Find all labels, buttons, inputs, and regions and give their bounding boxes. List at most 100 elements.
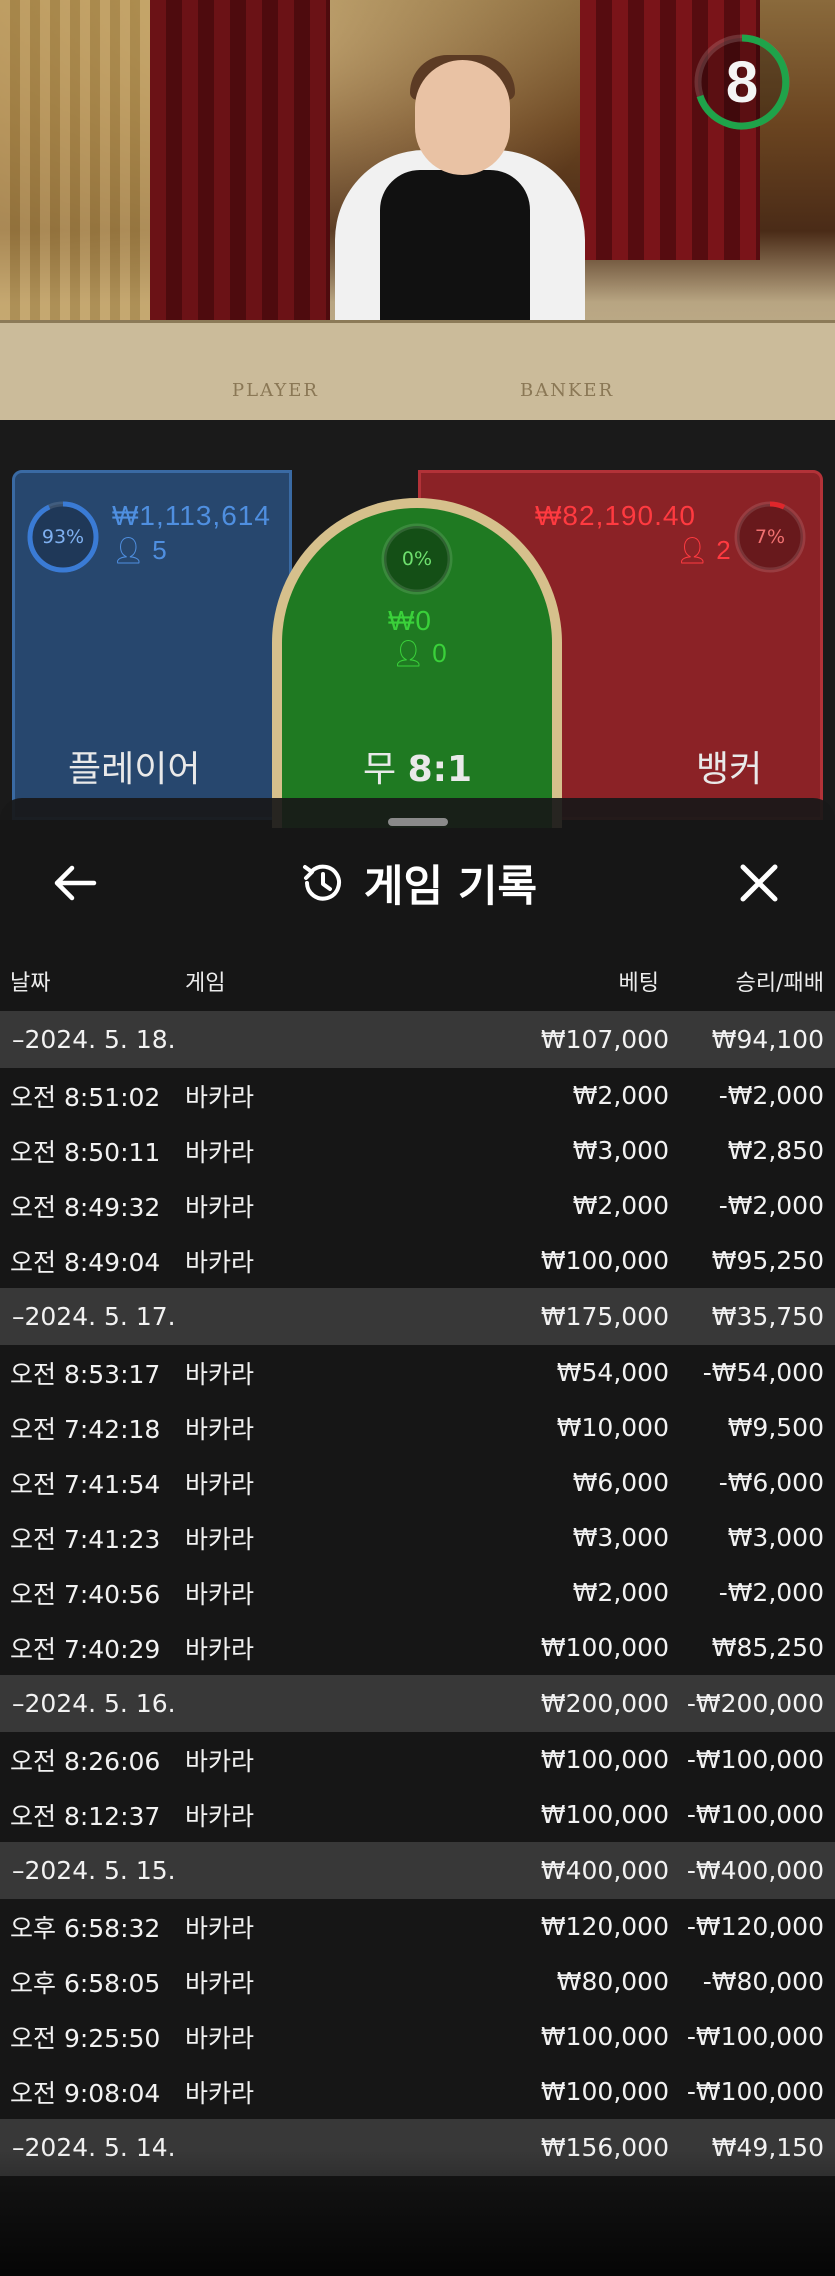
- row-result: ₩94,100: [711, 1025, 824, 1054]
- tie-percent: 0%: [401, 548, 433, 570]
- history-row: 오전 9:08:04 바카라 ₩100,000 -₩100,000: [0, 2064, 835, 2119]
- row-result: ₩9,500: [727, 1413, 824, 1442]
- row-bet: ₩200,000: [540, 1689, 669, 1718]
- row-time: 오전 7:40:56: [10, 1579, 161, 1609]
- table-felt: [0, 320, 835, 420]
- player-total-amount: ₩1,113,614: [112, 500, 271, 531]
- row-result: ₩85,250: [711, 1633, 824, 1662]
- row-game: 바카라: [185, 1359, 255, 1389]
- player-bettor-count: 👤︎ 5: [112, 535, 167, 566]
- history-row: 오전 8:49:04 바카라 ₩100,000 ₩95,250: [0, 1233, 835, 1288]
- player-bettor-number: 5: [152, 535, 167, 565]
- player-percent: 93%: [41, 526, 85, 548]
- history-row: 오전 8:26:06 바카라 ₩100,000 -₩100,000: [0, 1732, 835, 1787]
- row-result: ₩3,000: [727, 1523, 824, 1552]
- sheet-drag-handle[interactable]: [388, 818, 448, 826]
- history-row: 오전 7:41:23 바카라 ₩3,000 ₩3,000: [0, 1510, 835, 1565]
- row-result: -₩6,000: [718, 1468, 824, 1497]
- row-bet: ₩54,000: [556, 1358, 669, 1387]
- person-icon: 👤︎: [112, 535, 146, 565]
- tie-label: 무 8:1: [363, 740, 472, 792]
- row-bet: ₩100,000: [540, 1745, 669, 1774]
- row-time: 오전 8:12:37: [10, 1801, 161, 1831]
- row-bet: ₩100,000: [540, 2077, 669, 2106]
- history-row: 오전 7:40:56 바카라 ₩2,000 -₩2,000: [0, 1565, 835, 1620]
- row-bet: ₩107,000: [540, 1025, 669, 1054]
- row-result: -₩80,000: [702, 1967, 824, 1996]
- date-group-label: –2024. 5. 18.: [12, 1025, 176, 1054]
- row-game: 바카라: [185, 1968, 255, 1998]
- person-icon: 👤︎: [676, 535, 710, 565]
- row-game: 바카라: [185, 1801, 255, 1831]
- row-result: -₩54,000: [702, 1358, 824, 1387]
- row-bet: ₩100,000: [540, 1800, 669, 1829]
- dealer-head: [415, 60, 510, 175]
- row-time: 오전 8:50:11: [10, 1137, 161, 1167]
- row-bet: ₩2,000: [572, 1578, 669, 1607]
- row-result: -₩2,000: [718, 1191, 824, 1220]
- row-time: 오전 8:49:32: [10, 1192, 161, 1222]
- tie-total-amount: ₩0: [388, 605, 432, 636]
- row-time: 오후 6:58:32: [10, 1913, 161, 1943]
- history-row: 오전 8:53:17 바카라 ₩54,000 -₩54,000: [0, 1345, 835, 1400]
- person-icon: 👤︎: [392, 638, 426, 668]
- row-bet: ₩10,000: [556, 1413, 669, 1442]
- row-game: 바카라: [185, 2078, 255, 2108]
- banker-label: 뱅커: [696, 749, 763, 790]
- row-bet: ₩80,000: [556, 1967, 669, 1996]
- close-icon: [740, 864, 778, 902]
- date-group-row[interactable]: –2024. 5. 16. ₩200,000 -₩200,000: [0, 1675, 835, 1732]
- history-list[interactable]: –2024. 5. 18. ₩107,000 ₩94,100 오전 8:51:02 바카…: [0, 1011, 835, 2176]
- history-row: 오전 8:49:32 바카라 ₩2,000 -₩2,000: [0, 1178, 835, 1233]
- banker-percent: 7%: [754, 526, 786, 548]
- row-result: -₩200,000: [686, 1689, 824, 1718]
- history-row: 오전 9:25:50 바카라 ₩100,000 -₩100,000: [0, 2009, 835, 2064]
- row-bet: ₩100,000: [540, 1633, 669, 1662]
- tie-payout: 8:1: [407, 749, 473, 790]
- close-button[interactable]: [726, 850, 792, 916]
- row-result: ₩2,850: [727, 1136, 824, 1165]
- row-time: 오전 9:25:50: [10, 2023, 161, 2053]
- row-time: 오전 8:26:06: [10, 1746, 161, 1776]
- column-header-bet: 베팅: [618, 971, 659, 996]
- date-group-row[interactable]: –2024. 5. 18. ₩107,000 ₩94,100: [0, 1011, 835, 1068]
- row-result: ₩35,750: [711, 1302, 824, 1331]
- history-row: 오전 7:40:29 바카라 ₩100,000 ₩85,250: [0, 1620, 835, 1675]
- row-time: 오전 9:08:04: [10, 2078, 161, 2108]
- row-game: 바카라: [185, 1192, 255, 1222]
- row-game: 바카라: [185, 1634, 255, 1664]
- row-time: 오전 8:53:17: [10, 1359, 161, 1389]
- row-game: 바카라: [185, 1137, 255, 1167]
- banker-total-amount: ₩82,190.40: [535, 500, 696, 531]
- sheet-title: 게임 기록: [363, 862, 538, 912]
- curtain-gold: [0, 0, 150, 320]
- row-game: 바카라: [185, 1524, 255, 1554]
- row-result: -₩100,000: [686, 2077, 824, 2106]
- row-time: 오전 8:49:04: [10, 1247, 161, 1277]
- sheet-header: 게임 기록: [0, 850, 835, 916]
- row-time: 오전 7:40:29: [10, 1634, 161, 1664]
- history-icon: [302, 864, 341, 901]
- tie-bettor-count: 👤︎ 0: [392, 638, 447, 669]
- countdown-number: 8: [725, 49, 759, 115]
- row-time: 오전 8:51:02: [10, 1082, 161, 1112]
- row-game: 바카라: [185, 2023, 255, 2053]
- row-game: 바카라: [185, 1414, 255, 1444]
- history-row: 오전 7:42:18 바카라 ₩10,000 ₩9,500: [0, 1400, 835, 1455]
- date-group-row[interactable]: –2024. 5. 17. ₩175,000 ₩35,750: [0, 1288, 835, 1345]
- row-result: -₩400,000: [686, 1856, 824, 1885]
- row-game: 바카라: [185, 1746, 255, 1776]
- row-bet: ₩175,000: [540, 1302, 669, 1331]
- date-group-label: –2024. 5. 16.: [12, 1689, 176, 1718]
- row-bet: ₩100,000: [540, 2022, 669, 2051]
- row-game: 바카라: [185, 1247, 255, 1277]
- row-bet: ₩100,000: [540, 1246, 669, 1275]
- column-header-date: 날짜: [10, 971, 51, 996]
- player-label: 플레이어: [68, 749, 201, 790]
- date-group-row[interactable]: –2024. 5. 15. ₩400,000 -₩400,000: [0, 1842, 835, 1899]
- row-game: 바카라: [185, 1579, 255, 1609]
- tie-label-text: 무: [363, 749, 397, 790]
- row-time: 오후 6:58:05: [10, 1968, 161, 1998]
- row-bet: ₩2,000: [572, 1191, 669, 1220]
- history-row: 오후 6:58:32 바카라 ₩120,000 -₩120,000: [0, 1899, 835, 1954]
